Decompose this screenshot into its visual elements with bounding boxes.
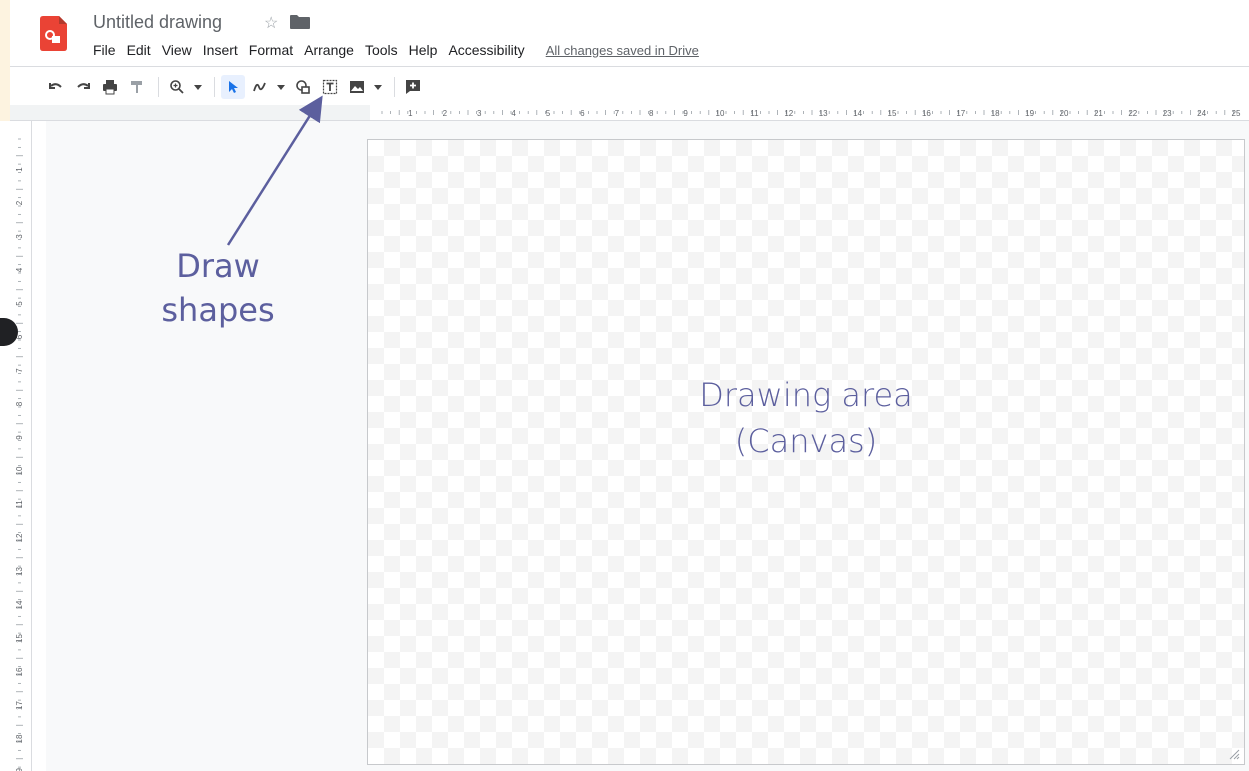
ruler-label: 21	[1094, 109, 1103, 118]
ruler-label: 7	[615, 109, 620, 118]
ruler-label: 4	[511, 109, 516, 118]
zoom-icon	[170, 80, 184, 94]
shape-icon	[296, 80, 310, 94]
menu-format[interactable]: Format	[249, 42, 293, 58]
ruler-label: 4	[15, 267, 24, 272]
menu-view[interactable]: View	[162, 42, 192, 58]
ruler-label: 17	[956, 109, 965, 118]
ruler-label: 24	[1197, 109, 1206, 118]
line-icon	[253, 82, 266, 92]
ruler-label: 3	[15, 234, 24, 239]
print-button[interactable]	[98, 75, 122, 99]
undo-icon	[49, 83, 62, 89]
ruler-label: 8	[649, 109, 654, 118]
chevron-down-icon	[277, 84, 285, 90]
paint-format-icon	[131, 81, 142, 93]
drawings-logo-icon[interactable]	[40, 16, 67, 51]
add-comment-button[interactable]	[401, 75, 425, 99]
image-dropdown[interactable]	[372, 75, 384, 99]
ruler-label: 1	[408, 109, 413, 118]
toolbar	[44, 73, 428, 101]
toolbar-separator	[158, 77, 159, 97]
ruler-label: 23	[1163, 109, 1172, 118]
zoom-button[interactable]	[165, 75, 189, 99]
menu-insert[interactable]: Insert	[203, 42, 238, 58]
ruler-label: 20	[1060, 109, 1069, 118]
ruler-label: 5	[15, 301, 24, 306]
shape-button[interactable]	[291, 75, 315, 99]
menu-file[interactable]: File	[93, 42, 116, 58]
redo-icon	[77, 83, 90, 89]
chevron-down-icon	[194, 84, 202, 90]
ruler-label: 13	[819, 109, 828, 118]
redo-button[interactable]	[71, 75, 95, 99]
image-icon	[350, 81, 364, 93]
line-button[interactable]	[248, 75, 272, 99]
undo-button[interactable]	[44, 75, 68, 99]
ruler-label: 9	[683, 109, 688, 118]
paint-format-button[interactable]	[125, 75, 149, 99]
ruler-label: 8	[15, 401, 24, 406]
header-divider	[10, 66, 1249, 67]
annotation-line2: shapes	[161, 291, 275, 329]
save-status-link[interactable]: All changes saved in Drive	[546, 43, 699, 58]
ruler-label: 3	[477, 109, 482, 118]
image-button[interactable]	[345, 75, 369, 99]
ruler-label: 15	[888, 109, 897, 118]
menu-arrange[interactable]: Arrange	[304, 42, 354, 58]
canvas-caption-line1: Drawing area	[699, 376, 913, 414]
menu-accessibility[interactable]: Accessibility	[448, 42, 524, 58]
menu-edit[interactable]: Edit	[127, 42, 151, 58]
text-box-button[interactable]	[318, 75, 342, 99]
ruler-label: 19	[1025, 109, 1034, 118]
ruler-label: 5	[546, 109, 551, 118]
ruler-label: 12	[784, 109, 793, 118]
ruler-label: 25	[1232, 109, 1241, 118]
ruler-label: 2	[15, 200, 24, 205]
chevron-down-icon	[374, 84, 382, 90]
print-icon	[103, 80, 117, 95]
horizontal-ruler-ticks: 1 2 3 4 5 6 7 8 9 10 11 12 13 14 15 16 17 18 19 20 21 22 23 24 2…	[381, 109, 1241, 118]
left-edge	[0, 121, 10, 771]
canvas-caption: Drawing area (Canvas)	[368, 372, 1244, 464]
ruler-label: 22	[1128, 109, 1137, 118]
select-button[interactable]	[221, 75, 245, 99]
add-comment-icon	[406, 80, 420, 94]
ruler-label: 9	[15, 435, 24, 440]
ruler-label: 1	[15, 167, 24, 172]
menu-bar: File Edit View Insert Format Arrange Too…	[93, 41, 699, 59]
toolbar-separator	[214, 77, 215, 97]
menu-tools[interactable]: Tools	[365, 42, 398, 58]
ruler-label: 7	[15, 368, 24, 373]
toolbar-separator	[394, 77, 395, 97]
star-icon[interactable]: ☆	[264, 13, 278, 33]
line-dropdown[interactable]	[275, 75, 287, 99]
ruler-label: 16	[922, 109, 931, 118]
drawing-canvas[interactable]: Drawing area (Canvas)	[367, 139, 1245, 765]
ruler-label: 6	[580, 109, 585, 118]
ruler-label: 10	[716, 109, 725, 118]
horizontal-ruler[interactable]: 1 2 3 4 5 6 7 8 9 10 11 12 13 14 15 16 17 18 19 20 21 22 23 24 2…	[10, 105, 1249, 121]
resize-grip-icon[interactable]	[1228, 748, 1240, 760]
document-title[interactable]: Untitled drawing	[93, 12, 222, 33]
annotation-label: Draw shapes	[148, 244, 288, 332]
annotation-line1: Draw	[176, 247, 260, 285]
text-box-icon	[322, 79, 338, 95]
canvas-caption-line2: (Canvas)	[734, 422, 878, 460]
ruler-label: 19	[15, 768, 24, 771]
folder-icon[interactable]	[290, 15, 310, 29]
ruler-label: 2	[443, 109, 448, 118]
ruler-label: 18	[991, 109, 1000, 118]
vertical-ruler-ticks: 12345678910111213141516171819	[15, 138, 24, 771]
ruler-label: 14	[853, 109, 862, 118]
app-window: Untitled drawing ☆ File Edit View Insert…	[10, 0, 1249, 771]
zoom-dropdown[interactable]	[192, 75, 204, 99]
ruler-label: 11	[750, 109, 759, 118]
select-icon	[229, 81, 238, 93]
menu-help[interactable]: Help	[409, 42, 438, 58]
vertical-ruler[interactable]: 12345678910111213141516171819	[10, 121, 32, 771]
